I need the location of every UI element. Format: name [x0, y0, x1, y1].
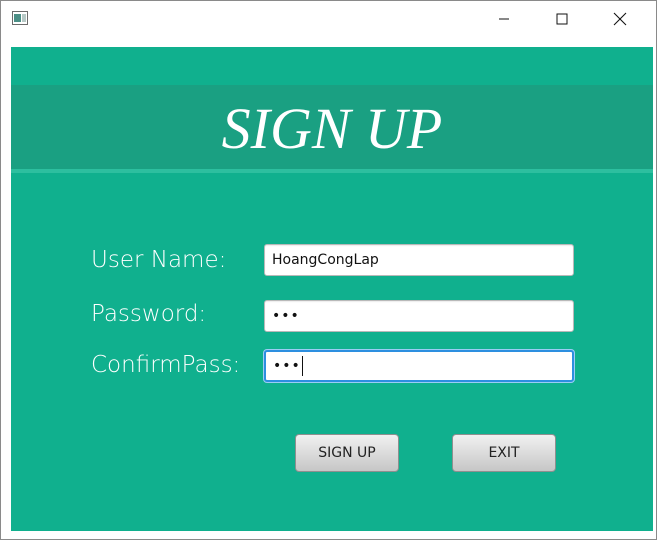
username-field[interactable]: HoangCongLap	[264, 244, 574, 276]
password-label: Password:	[91, 301, 207, 327]
confirm-password-label: ConfirmPass:	[91, 352, 241, 378]
exit-button[interactable]: EXIT	[452, 434, 556, 472]
minimize-icon	[498, 13, 510, 25]
confirm-password-field[interactable]: •••	[264, 350, 574, 382]
password-value: •••	[272, 308, 300, 324]
page-title: SIGN UP	[221, 96, 443, 161]
close-icon	[613, 12, 627, 26]
username-label: User Name:	[91, 247, 227, 273]
maximize-icon	[556, 13, 568, 25]
text-caret	[301, 356, 303, 376]
signup-button[interactable]: SIGN UP	[295, 434, 399, 472]
header-banner: SIGN UP	[11, 85, 653, 173]
password-field[interactable]: •••	[264, 300, 574, 332]
minimize-button[interactable]	[475, 1, 533, 37]
title-bar[interactable]	[1, 1, 656, 37]
app-window: SIGN UP User Name: HoangCongLap Password…	[0, 0, 657, 540]
app-icon	[12, 11, 28, 25]
username-value: HoangCongLap	[272, 252, 379, 268]
close-button[interactable]	[591, 1, 649, 37]
confirm-password-value: •••	[273, 358, 301, 374]
signup-panel: SIGN UP User Name: HoangCongLap Password…	[11, 47, 653, 531]
maximize-button[interactable]	[533, 1, 591, 37]
